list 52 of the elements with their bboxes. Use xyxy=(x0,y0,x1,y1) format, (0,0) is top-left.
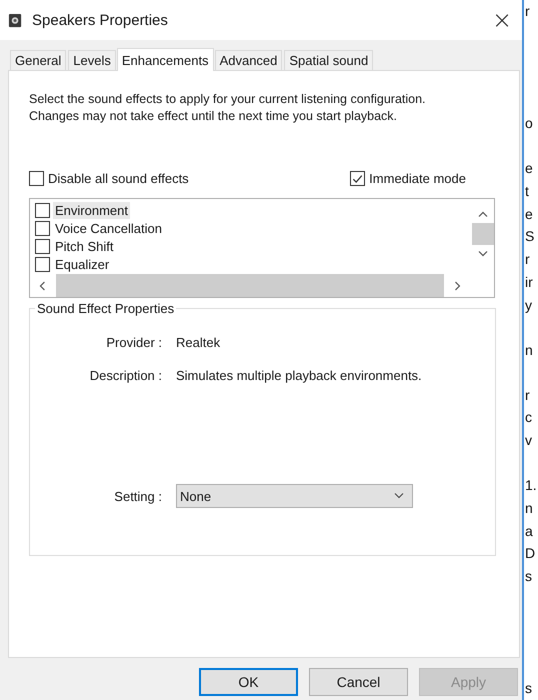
background-text: y xyxy=(525,296,533,315)
checkbox-box[interactable] xyxy=(350,171,366,186)
tab[interactable]: Advanced xyxy=(214,50,282,70)
close-button[interactable]: × xyxy=(484,6,520,34)
background-text: o xyxy=(525,114,534,134)
background-text: n xyxy=(525,340,534,360)
field-label: Description : xyxy=(88,368,162,383)
field-label: Setting : xyxy=(113,488,162,504)
background-text: r xyxy=(525,250,531,270)
checkbox[interactable]: Disable all sound effects xyxy=(29,171,189,186)
list-item[interactable]: Voice Cancellation xyxy=(35,219,472,237)
checkbox-box[interactable] xyxy=(35,202,50,218)
checkbox-box[interactable] xyxy=(29,171,44,186)
dialog-button[interactable]: Cancel xyxy=(309,668,408,696)
background-text: a xyxy=(525,522,534,541)
field-value: Realtek xyxy=(176,335,220,350)
background-text: r xyxy=(525,386,531,405)
group-title: Sound Effect Properties xyxy=(35,301,176,316)
background-text: s xyxy=(525,679,533,698)
field-value: Simulates multiple playback environments. xyxy=(176,368,422,383)
background-text: t xyxy=(525,182,530,202)
chevron-down-icon xyxy=(394,493,404,499)
checkbox-box[interactable] xyxy=(35,220,50,236)
setting-dropdown[interactable]: None xyxy=(176,484,413,508)
speaker-icon xyxy=(8,12,23,28)
tab[interactable]: Enhancements xyxy=(116,48,214,71)
background-text: e xyxy=(525,159,534,178)
instruction-text: Select the sound effects to apply for your current listening configuration. Changes may not take effect until the next time you start playback. xyxy=(29,91,427,125)
list-item[interactable]: Environment xyxy=(35,201,472,219)
tab[interactable]: Levels xyxy=(68,50,116,70)
background-text: v xyxy=(525,431,533,450)
background-text: s xyxy=(525,566,533,586)
background-text: e xyxy=(525,204,534,224)
background-text: ir xyxy=(525,272,534,292)
checkbox[interactable]: Immediate mode xyxy=(350,171,466,186)
list-item[interactable]: Pitch Shift xyxy=(35,237,472,255)
field-label: Provider : xyxy=(105,335,162,350)
tab[interactable]: Spatial sound xyxy=(284,50,374,70)
dialog-button[interactable]: OK xyxy=(199,668,298,696)
window-title: Speakers Properties xyxy=(32,12,169,28)
background-text: c xyxy=(525,408,533,428)
list-item[interactable]: Equalizer xyxy=(35,255,472,273)
background-text: D xyxy=(525,544,536,564)
scroll-thumb[interactable] xyxy=(56,274,444,297)
tab[interactable]: General xyxy=(10,50,66,70)
background-text: n xyxy=(525,498,534,518)
checkbox-box[interactable] xyxy=(35,238,50,254)
background-text: S xyxy=(525,227,536,246)
scroll-thumb[interactable] xyxy=(472,223,494,245)
background-text: 1. xyxy=(525,476,538,496)
checkbox-box[interactable] xyxy=(35,256,50,272)
background-text: r xyxy=(525,2,531,21)
